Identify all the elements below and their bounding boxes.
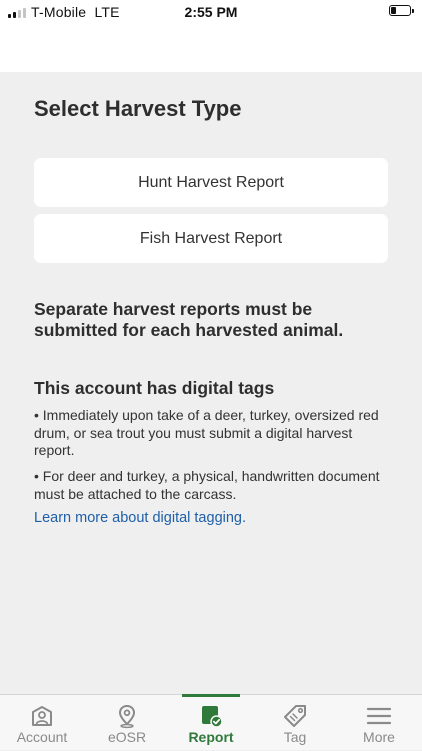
report-check-icon (202, 706, 223, 728)
tab-report-label: Report (188, 729, 234, 745)
tab-account[interactable]: Account (12, 695, 72, 751)
account-icon (32, 706, 52, 726)
tab-more[interactable]: More (349, 695, 409, 751)
digital-tags-bullet-2: • For deer and turkey, a physical, handw… (34, 468, 380, 502)
main-content: Select Harvest Type Hunt Harvest Report … (0, 72, 422, 694)
page-title: Select Harvest Type (34, 96, 242, 121)
fish-harvest-report-button[interactable]: Fish Harvest Report (34, 214, 388, 263)
hunt-harvest-report-label: Hunt Harvest Report (138, 173, 284, 191)
battery-icon (389, 5, 414, 16)
tab-tag[interactable]: Tag (265, 695, 325, 751)
tab-tag-label: Tag (283, 729, 307, 745)
tab-more-label: More (363, 729, 395, 745)
status-bar: T-Mobile LTE 2:55 PM (0, 0, 422, 72)
bottom-tab-bar: Account eOSR Report Tag More (0, 694, 422, 750)
tab-report[interactable]: Report (181, 694, 241, 751)
fish-harvest-report-label: Fish Harvest Report (139, 229, 283, 247)
separate-reports-notice: Separate harvest reports must be submitt… (34, 299, 344, 340)
tab-account-label: Account (16, 729, 68, 745)
tag-icon (284, 705, 306, 727)
tab-eosr[interactable]: eOSR (97, 695, 157, 751)
location-pin-icon (118, 704, 136, 729)
learn-more-digital-tagging-link[interactable]: Learn more about digital tagging. (34, 510, 246, 526)
tab-eosr-label: eOSR (107, 729, 147, 745)
menu-icon (366, 707, 392, 725)
digital-tags-heading: This account has digital tags (34, 378, 275, 398)
status-time: 2:55 PM (184, 4, 238, 20)
hunt-harvest-report-button[interactable]: Hunt Harvest Report (34, 158, 388, 207)
digital-tags-bullet-1: • Immediately upon take of a deer, turke… (34, 407, 379, 458)
